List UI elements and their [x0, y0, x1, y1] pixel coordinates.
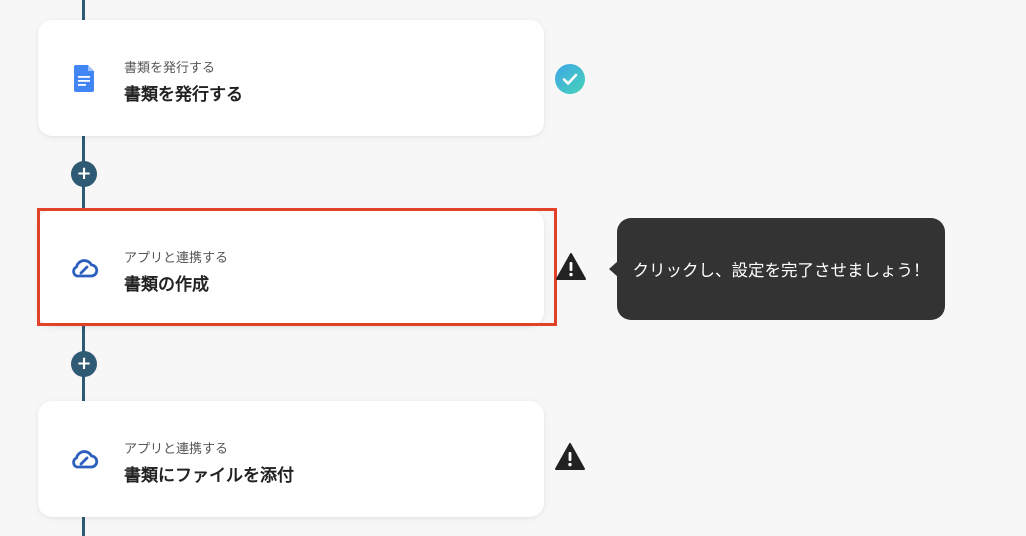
- tooltip-text: クリックし、設定を完了させましょう！: [632, 261, 930, 280]
- setup-hint-tooltip: クリックし、設定を完了させましょう！: [617, 218, 945, 320]
- check-circle-icon: [554, 63, 586, 95]
- cloud-sign-icon: [68, 443, 100, 475]
- warning-icon: [554, 441, 586, 473]
- step-title: 書類を発行する: [124, 85, 243, 105]
- step-card-issue-document[interactable]: 書類を発行する 書類を発行する: [38, 20, 544, 136]
- add-step-button[interactable]: +: [71, 351, 97, 377]
- selected-step-highlight: [37, 208, 557, 326]
- step-card-attach-file[interactable]: アプリと連携する 書類にファイルを添付: [38, 401, 544, 517]
- add-step-button[interactable]: +: [71, 161, 97, 187]
- step-subtitle: 書類を発行する: [124, 61, 216, 76]
- google-docs-icon: [68, 62, 100, 94]
- warning-icon: [555, 251, 587, 283]
- step-subtitle: アプリと連携する: [124, 442, 229, 457]
- step-title: 書類にファイルを添付: [124, 466, 294, 486]
